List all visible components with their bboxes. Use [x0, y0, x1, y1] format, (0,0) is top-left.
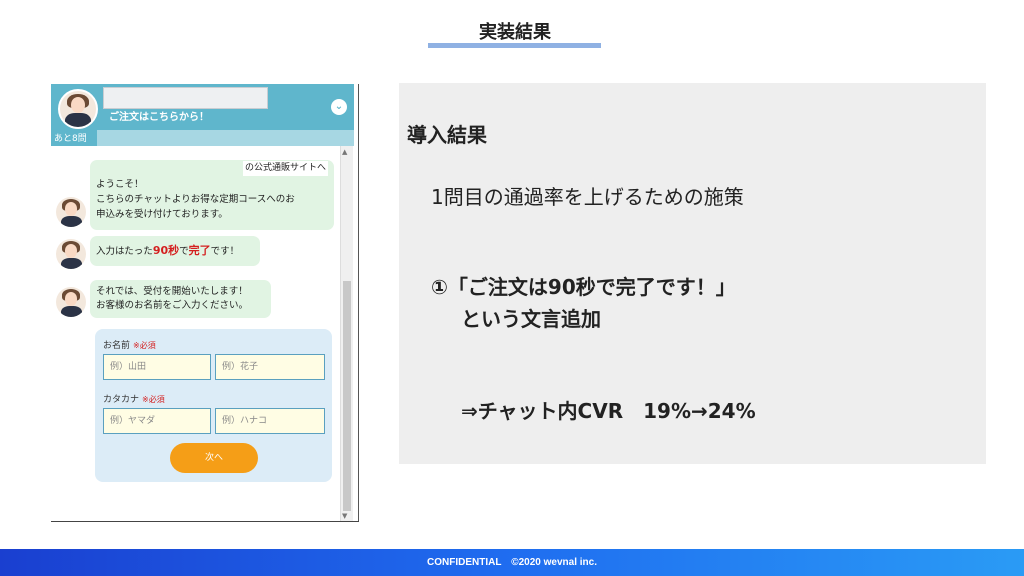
- message-highlight: 完了: [188, 244, 211, 257]
- scroll-down-icon[interactable]: ▼: [342, 512, 347, 520]
- operator-avatar: [56, 197, 86, 227]
- result-subtitle: 1問目の通過率を上げるための施策: [431, 185, 744, 209]
- result-cvr: ⇒チャット内CVR 19%→24%: [461, 399, 756, 423]
- first-kana-input[interactable]: 例）ハナコ: [215, 408, 325, 434]
- footer-bar: CONFIDENTIAL ©2020 wevnal inc.: [0, 549, 1024, 576]
- result-point: ①「ご注文は90秒で完了です！」: [431, 275, 736, 299]
- name-label: お名前 ※必須: [103, 341, 156, 351]
- scroll-thumb[interactable]: [343, 281, 351, 511]
- last-kana-input[interactable]: 例）ヤマダ: [103, 408, 211, 434]
- message-line: こちらのチャットよりお得な定期コースへのお: [96, 194, 295, 205]
- message-line: ようこそ！: [96, 179, 144, 190]
- operator-avatar: [56, 239, 86, 269]
- remaining-questions: あと8問: [54, 134, 87, 144]
- footer-text: CONFIDENTIAL ©2020 wevnal inc.: [426, 557, 597, 568]
- required-badge: ※必須: [142, 395, 165, 404]
- chat-header: ご注文はこちらから！ ⌄: [51, 84, 354, 130]
- next-button[interactable]: 次へ: [170, 443, 258, 473]
- first-name-input[interactable]: 例）花子: [215, 354, 325, 380]
- chat-header-text: ご注文はこちらから！: [109, 112, 209, 123]
- message-text: の公式通販サイトへ: [242, 161, 328, 176]
- message-line: お客様のお名前をご入力ください。: [96, 300, 249, 311]
- result-point: という文言追加: [461, 307, 601, 331]
- chat-scrollbar[interactable]: ▲ ▼: [340, 146, 353, 522]
- message-text: で: [179, 246, 189, 257]
- scroll-up-icon[interactable]: ▲: [342, 148, 347, 156]
- operator-avatar: [56, 287, 86, 317]
- divider: [358, 84, 359, 522]
- title-underline: [428, 43, 601, 48]
- message-text: 入力はたった: [96, 246, 153, 257]
- divider: [51, 521, 359, 522]
- slide-title: 実装結果: [479, 22, 551, 43]
- chat-message: の公式通販サイトへ ようこそ！ こちらのチャットよりお得な定期コースへのお 申込…: [90, 160, 334, 230]
- result-panel: 導入結果 1問目の通過率を上げるための施策 ①「ご注文は90秒で完了です！」 と…: [399, 83, 986, 464]
- message-highlight: 90秒: [152, 244, 180, 257]
- message-line: それでは、受付を開始いたします！: [96, 286, 248, 297]
- last-name-input[interactable]: 例）山田: [103, 354, 211, 380]
- chat-message: それでは、受付を開始いたします！ お客様のお名前をご入力ください。: [90, 280, 271, 318]
- chat-message: 入力はたった90秒で完了です！: [90, 236, 260, 266]
- result-title: 導入結果: [407, 123, 487, 147]
- chevron-down-icon[interactable]: ⌄: [331, 99, 347, 115]
- operator-avatar: [58, 89, 98, 129]
- header-banner-placeholder: [103, 87, 268, 109]
- message-line: 申込みを受け付けております。: [96, 209, 228, 220]
- message-text: です！: [210, 246, 240, 257]
- chat-widget: ご注文はこちらから！ ⌄ あと8問 の公式通販サイトへ ようこそ！ こちらのチャ…: [51, 84, 354, 522]
- entry-form: お名前 ※必須 例）山田 例）花子 カタカナ ※必須 例）ヤマダ 例）ハナコ 次へ: [95, 329, 332, 482]
- kana-label: カタカナ ※必須: [103, 395, 165, 405]
- required-badge: ※必須: [133, 341, 156, 350]
